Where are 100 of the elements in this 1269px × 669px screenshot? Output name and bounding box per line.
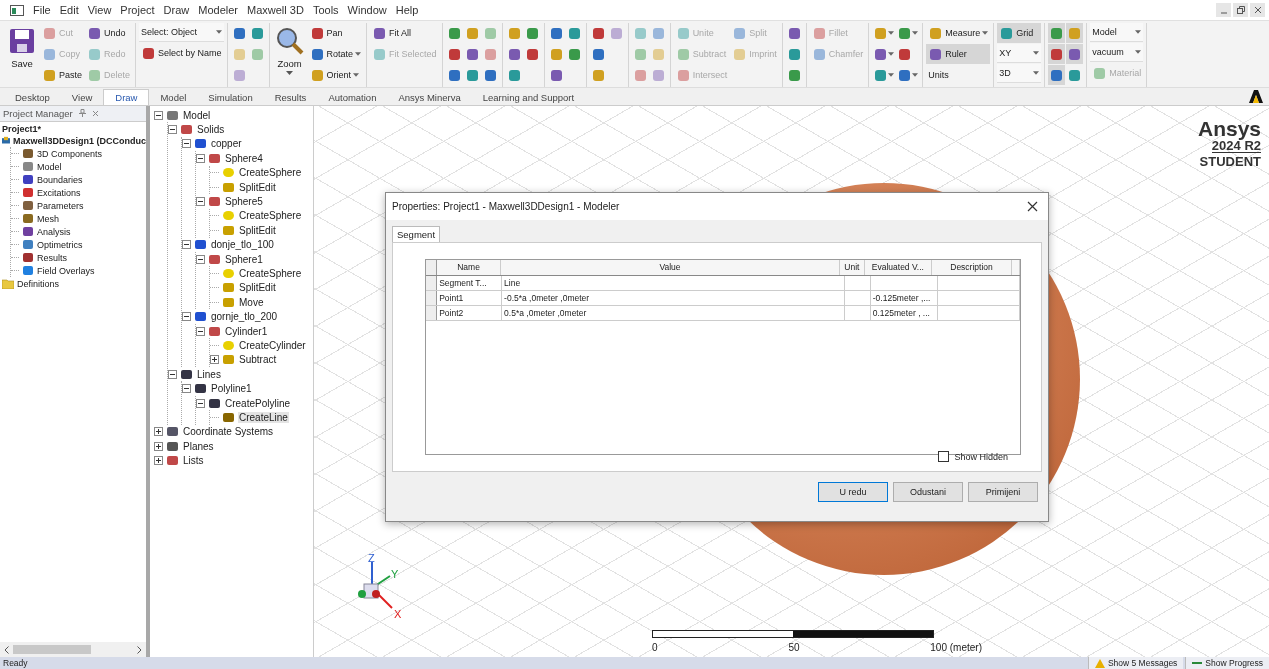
menu-item[interactable]: Modeler (198, 4, 239, 16)
tree-item[interactable]: Excitations (37, 187, 81, 198)
collapse-icon[interactable] (182, 384, 191, 394)
scroll-left-icon[interactable] (4, 645, 9, 654)
expand-icon[interactable] (154, 427, 163, 437)
tree-item[interactable]: Definitions (17, 278, 60, 289)
tree-item[interactable]: Sphere5 (224, 196, 264, 208)
tree-item[interactable]: Lines (196, 368, 222, 380)
tree-item[interactable]: 3D Components (37, 148, 103, 159)
collapse-icon[interactable] (168, 369, 177, 379)
tree-item[interactable]: CreateCylinder (238, 339, 307, 351)
tree-item[interactable]: SplitEdit (238, 181, 277, 193)
dialog-button[interactable]: Primijeni (968, 482, 1038, 502)
tree-item[interactable]: Coordinate Systems (182, 426, 275, 438)
tree-item[interactable]: Sphere1 (224, 253, 264, 265)
tree-item[interactable]: gornje_tlo_200 (210, 311, 279, 323)
pin-icon[interactable] (78, 108, 86, 119)
ribbon-tab[interactable]: View (60, 89, 104, 105)
tree-item[interactable]: Solids (196, 124, 226, 136)
messages-button[interactable]: Show 5 Messages (1087, 657, 1184, 669)
tree-item[interactable]: donje_tlo_100 (210, 239, 275, 251)
column-header[interactable]: Description (931, 260, 1013, 275)
restore-icon[interactable] (1233, 3, 1248, 17)
tree-item[interactable]: Analysis (37, 226, 71, 237)
tree-item[interactable]: Model (37, 161, 62, 172)
expand-icon[interactable] (210, 355, 219, 365)
tree-item[interactable]: Polyline1 (210, 383, 253, 395)
dialog-button[interactable]: U redu (818, 482, 888, 502)
tree-item[interactable]: Lists (182, 455, 205, 467)
tree-item[interactable]: SplitEdit (238, 224, 277, 236)
ribbon-button[interactable]: Save (5, 23, 39, 72)
ribbon-button[interactable]: Orient (307, 65, 364, 85)
tool-button[interactable] (1066, 44, 1084, 64)
column-header[interactable]: Name (437, 260, 502, 275)
tree-item[interactable]: CreateLine (238, 411, 289, 423)
checkbox[interactable] (938, 451, 950, 462)
tree-item[interactable]: Optimetrics (37, 239, 83, 250)
tool-button[interactable] (1048, 44, 1066, 64)
ribbon-button[interactable]: Pan (307, 23, 364, 43)
dropdown[interactable]: XY (997, 44, 1042, 63)
dialog-tab[interactable]: Segment (392, 226, 441, 242)
collapse-icon[interactable] (196, 254, 205, 264)
3d-viewport[interactable] (314, 106, 1269, 657)
dropdown[interactable]: 3D (997, 64, 1042, 83)
tree-item[interactable]: Model (182, 109, 212, 121)
collapse-icon[interactable] (154, 110, 163, 120)
collapse-icon[interactable] (182, 139, 191, 149)
tree-item[interactable]: Cylinder1 (224, 325, 269, 337)
dropdown[interactable]: Model (1090, 23, 1144, 42)
close-icon[interactable] (1027, 201, 1038, 212)
collapse-icon[interactable] (196, 326, 205, 336)
menu-item[interactable]: File (33, 4, 51, 16)
ribbon-tab[interactable]: Draw (103, 89, 150, 105)
ribbon-button[interactable]: Grid (997, 23, 1042, 43)
ribbon-button[interactable]: Undo (85, 23, 133, 43)
dialog-button[interactable]: Odustani (893, 482, 963, 502)
tree-item[interactable]: Sphere4 (224, 152, 264, 164)
tree-item[interactable]: Results (37, 252, 67, 263)
tree-item[interactable]: Parameters (37, 200, 84, 211)
ribbon-button[interactable]: Fit All (370, 23, 439, 43)
collapse-icon[interactable] (196, 398, 205, 408)
menu-item[interactable]: Maxwell 3D (247, 4, 304, 16)
ribbon-button[interactable]: Measure (926, 23, 991, 43)
column-header[interactable]: Evaluated V... (864, 260, 932, 275)
menu-item[interactable]: Project (120, 4, 155, 16)
ribbon-button[interactable]: Zoom (272, 23, 307, 78)
ribbon-tab[interactable]: Ansys Minerva (387, 89, 472, 105)
tree-item[interactable]: Planes (182, 440, 215, 452)
tool-button[interactable] (1048, 23, 1066, 43)
progress-button[interactable]: Show Progress (1185, 657, 1269, 669)
collapse-icon[interactable] (182, 240, 191, 250)
menu-item[interactable]: Window (347, 4, 387, 16)
column-header[interactable]: Value (501, 260, 840, 275)
horizontal-scrollbar[interactable] (0, 642, 146, 657)
ribbon-button[interactable]: Paste (40, 65, 84, 85)
ribbon-tab[interactable]: Automation (317, 89, 388, 105)
tool-button[interactable] (1048, 65, 1066, 85)
tree-item[interactable]: Subtract (238, 354, 278, 366)
ribbon-tab[interactable]: Desktop (4, 89, 61, 105)
close-icon[interactable] (1250, 3, 1265, 17)
tree-item[interactable]: CreateSphere (238, 167, 303, 179)
ribbon-button[interactable]: Rotate (307, 44, 364, 64)
tree-item[interactable]: Maxwell3DDesign1 (DCConduc (12, 135, 146, 146)
collapse-icon[interactable] (196, 197, 205, 207)
menu-item[interactable]: Edit (59, 4, 79, 16)
ribbon-button[interactable]: Units (926, 65, 991, 85)
dropdown[interactable]: vacuum (1090, 43, 1144, 62)
ribbon-tab[interactable]: Simulation (197, 89, 264, 105)
ribbon-tab[interactable]: Results (263, 89, 318, 105)
tree-item[interactable]: copper (210, 138, 243, 150)
menu-item[interactable]: View (87, 4, 112, 16)
tree-item[interactable]: Boundaries (37, 174, 83, 185)
dropdown[interactable]: Select: Object (139, 23, 224, 42)
collapse-icon[interactable] (168, 125, 177, 135)
expand-icon[interactable] (154, 441, 163, 451)
ribbon-tab[interactable]: Model (149, 89, 198, 105)
tree-item[interactable]: CreateSphere (238, 210, 303, 222)
scroll-right-icon[interactable] (137, 645, 142, 654)
ribbon-button[interactable]: Ruler (926, 44, 991, 64)
menu-item[interactable]: Tools (312, 4, 339, 16)
